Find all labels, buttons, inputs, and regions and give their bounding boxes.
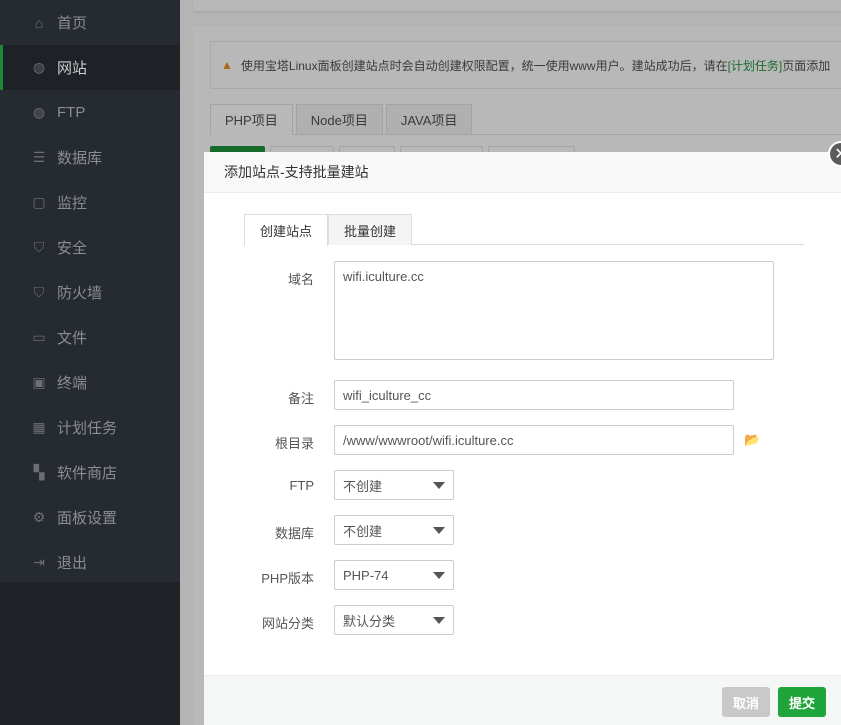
sidebar: ⌂ 首页 ◍ 网站 ◍ FTP ☰ 数据库 ▢ 监控 ⛉ 安全 ⛉ 防火墙 ▭ 文件 ▣ 终端 ▦ 计划任务 ▚ 软件商店… — [0, 0, 180, 725]
sidebar-item-folder[interactable]: ▭ 文件 — [0, 315, 180, 360]
domain-label: 域名 — [287, 272, 314, 287]
logout-icon: ⇥ — [33, 554, 45, 570]
sidebar-item-terminal[interactable]: ▣ 终端 — [0, 360, 180, 405]
chevron-down-icon — [433, 481, 445, 489]
chevron-down-icon — [433, 571, 445, 579]
globe-icon: ◍ — [32, 59, 46, 75]
notice-text: 使用宝塔Linux面板创建站点时会自动创建权限配置，统一使用www用户。建站成功… — [240, 58, 728, 73]
ftp-label: FTP — [289, 478, 314, 493]
tab-java[interactable]: JAVA项目 — [385, 104, 473, 135]
php-version-value: PHP-74 — [343, 567, 389, 583]
tab-php[interactable]: PHP项目 — [210, 104, 293, 135]
sidebar-item-ftp[interactable]: ◍ FTP — [0, 90, 180, 135]
sidebar-item-label: 终端 — [57, 375, 88, 392]
firewall-icon: ⛉ — [33, 284, 45, 300]
gear-icon: ⚙ — [32, 509, 46, 525]
root-dir-input[interactable]: /www/wwwroot/wifi.iculture.cc — [334, 425, 734, 455]
root-row: 根目录 — [204, 433, 314, 452]
project-tabs: PHP项目 Node项目 JAVA项目 — [210, 104, 475, 135]
chevron-down-icon — [433, 616, 445, 624]
tab-create-site[interactable]: 创建站点 — [244, 214, 329, 246]
sidebar-item-apps[interactable]: ▚ 软件商店 — [0, 450, 180, 495]
category-label: 网站分类 — [261, 616, 314, 631]
sidebar-item-label: 文件 — [57, 330, 88, 347]
shield-icon: ⛉ — [33, 239, 45, 255]
sidebar-menu: ⌂ 首页 ◍ 网站 ◍ FTP ☰ 数据库 ▢ 监控 ⛉ 安全 ⛉ 防火墙 ▭ 文件 ▣ 终端 ▦ 计划任务 ▚ 软件商店… — [0, 0, 180, 582]
sidebar-item-label: 防火墙 — [57, 285, 103, 302]
domain-textarea[interactable]: wifi.iculture.cc — [334, 261, 774, 360]
monitor-icon: ▢ — [32, 194, 46, 210]
sidebar-item-label: 安全 — [57, 240, 88, 257]
sidebar-item-label: 首页 — [57, 15, 88, 32]
tab-batch-create[interactable]: 批量创建 — [328, 214, 413, 245]
folder-open-icon[interactable]: 📂 — [744, 432, 760, 448]
sidebar-item-gear[interactable]: ⚙ 面板设置 — [0, 495, 180, 540]
database-value: 不创建 — [343, 523, 383, 539]
top-card — [193, 0, 841, 11]
remark-row: 备注 — [204, 388, 314, 407]
sidebar-item-home[interactable]: ⌂ 首页 — [0, 0, 180, 45]
apps-icon: ▚ — [33, 464, 45, 480]
notice-banner: ▲ 使用宝塔Linux面板创建站点时会自动创建权限配置，统一使用www用户。建站… — [210, 41, 841, 89]
ftp-icon: ◍ — [32, 104, 46, 120]
tab-node[interactable]: Node项目 — [295, 104, 383, 135]
remark-input[interactable]: wifi_iculture_cc — [334, 380, 734, 410]
home-icon: ⌂ — [34, 14, 44, 31]
database-select[interactable]: 不创建 — [334, 515, 454, 545]
terminal-icon: ▣ — [32, 374, 46, 390]
sidebar-item-label: 软件商店 — [57, 465, 118, 482]
cancel-button[interactable]: 取消 — [722, 687, 770, 717]
root-label: 根目录 — [274, 436, 314, 451]
sidebar-item-firewall[interactable]: ⛉ 防火墙 — [0, 270, 180, 315]
sidebar-item-label: 退出 — [57, 555, 88, 572]
sidebar-item-logout[interactable]: ⇥ 退出 — [0, 540, 180, 585]
notice-text-after: 页面添加 — [782, 58, 831, 73]
add-site-dialog: 添加站点-支持批量建站 创建站点 批量创建 域名 wifi.iculture.c… — [204, 152, 841, 725]
sidebar-item-calendar[interactable]: ▦ 计划任务 — [0, 405, 180, 450]
sidebar-item-monitor[interactable]: ▢ 监控 — [0, 180, 180, 225]
folder-icon: ▭ — [32, 329, 46, 345]
sidebar-item-label: 计划任务 — [57, 420, 118, 437]
sidebar-item-label: FTP — [57, 104, 86, 121]
sidebar-item-database[interactable]: ☰ 数据库 — [0, 135, 180, 180]
submit-button[interactable]: 提交 — [778, 687, 826, 717]
sidebar-item-label: 网站 — [57, 60, 88, 77]
notice-link-cron[interactable]: [计划任务] — [728, 57, 783, 74]
remark-label: 备注 — [287, 391, 314, 406]
php-version-label: PHP版本 — [261, 571, 314, 586]
domain-value: wifi.iculture.cc — [343, 269, 424, 284]
sidebar-item-shield[interactable]: ⛉ 安全 — [0, 225, 180, 270]
calendar-icon: ▦ — [32, 419, 46, 435]
dialog-title: 添加站点-支持批量建站 — [224, 164, 369, 180]
sidebar-item-globe[interactable]: ◍ 网站 — [0, 45, 180, 90]
root-value: /www/wwwroot/wifi.iculture.cc — [343, 432, 514, 448]
sidebar-item-label: 数据库 — [57, 150, 103, 167]
ftp-select[interactable]: 不创建 — [334, 470, 454, 500]
domain-row: 域名 — [204, 269, 314, 288]
database-icon: ☰ — [32, 149, 46, 165]
sidebar-item-label: 监控 — [57, 195, 88, 212]
ftp-value: 不创建 — [343, 478, 383, 494]
database-label: 数据库 — [274, 526, 314, 541]
dialog-tabs: 创建站点 批量创建 — [244, 214, 804, 246]
warning-icon: ▲ — [221, 58, 233, 72]
php-version-select[interactable]: PHP-74 — [334, 560, 454, 590]
category-value: 默认分类 — [343, 613, 396, 629]
sidebar-item-label: 面板设置 — [57, 510, 118, 527]
remark-value: wifi_iculture_cc — [343, 387, 432, 403]
category-select[interactable]: 默认分类 — [334, 605, 454, 635]
chevron-down-icon — [433, 526, 445, 534]
dialog-footer: 取消 提交 — [204, 675, 841, 725]
